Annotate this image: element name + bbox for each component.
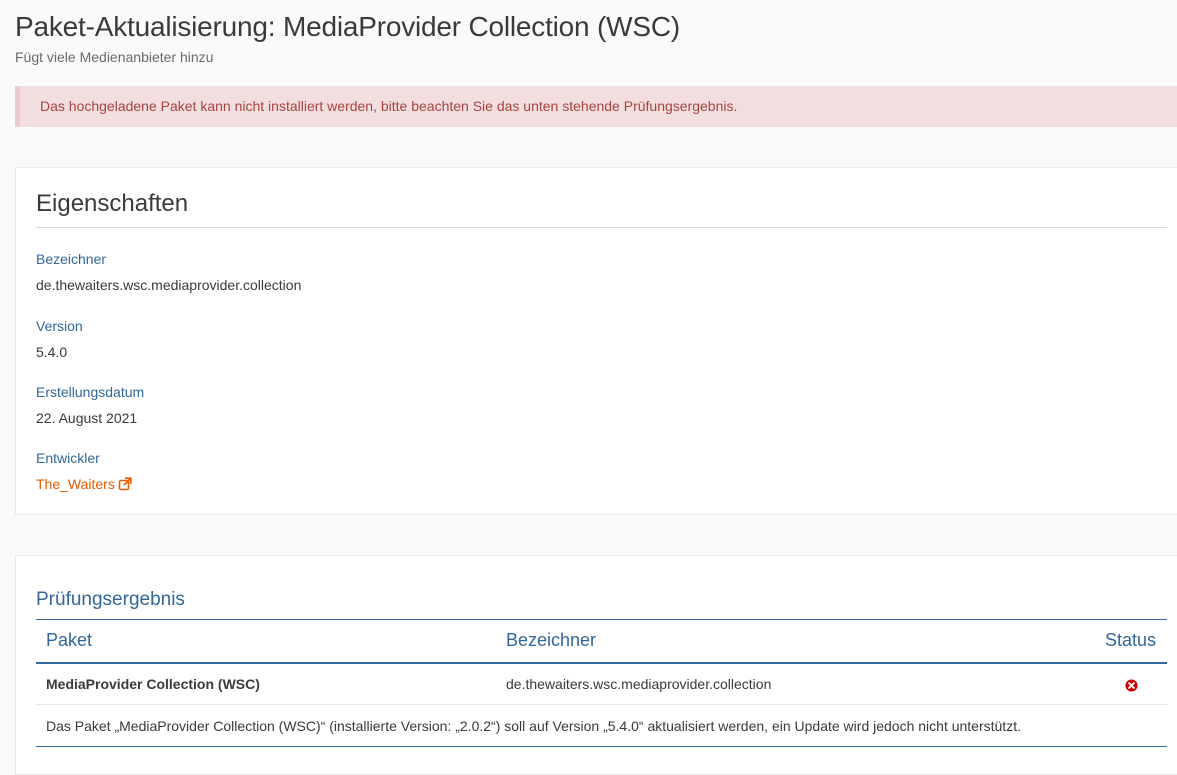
property-label: Bezeichner	[36, 251, 107, 267]
package-name: MediaProvider Collection (WSC)	[36, 662, 496, 705]
results-table: Paket Bezeichner Status MediaProvider Co…	[36, 619, 1167, 747]
package-detail-message: Das Paket „MediaProvider Collection (WSC…	[36, 704, 1167, 747]
results-title: Prüfungsergebnis	[36, 589, 185, 610]
property-label: Erstellungsdatum	[36, 384, 145, 400]
package-identifier: de.thewaiters.wsc.mediaprovider.collecti…	[496, 662, 1095, 705]
properties-title: Eigenschaften	[36, 190, 189, 217]
table-row-detail: Das Paket „MediaProvider Collection (WSC…	[36, 704, 1167, 747]
page-subtitle: Fügt viele Medienanbieter hinzu	[15, 49, 214, 65]
property-value-container: The_Waiters	[36, 475, 132, 493]
property-date: Erstellungsdatum 22. August 2021	[36, 383, 144, 427]
section-divider	[36, 227, 1167, 228]
property-identifier: Bezeichner de.thewaiters.wsc.mediaprovid…	[36, 250, 301, 294]
page-title: Paket-Aktualisierung: MediaProvider Coll…	[15, 11, 680, 42]
page-header: Paket-Aktualisierung: MediaProvider Coll…	[15, 8, 680, 66]
status-cell	[1095, 662, 1167, 705]
column-header-identifier: Bezeichner	[496, 619, 1095, 664]
developer-link[interactable]: The_Waiters	[36, 475, 132, 493]
developer-link-text: The_Waiters	[36, 476, 115, 492]
error-circle-icon	[1124, 679, 1138, 692]
error-message: Das hochgeladene Paket kann nicht instal…	[15, 86, 1177, 127]
property-label: Entwickler	[36, 450, 100, 466]
column-header-package: Paket	[36, 619, 496, 664]
property-value: de.thewaiters.wsc.mediaprovider.collecti…	[36, 277, 302, 293]
property-label: Version	[36, 318, 83, 334]
property-version: Version 5.4.0	[36, 317, 83, 361]
properties-section: Eigenschaften Bezeichner de.thewaiters.w…	[15, 167, 1177, 515]
table-header-row: Paket Bezeichner Status	[36, 619, 1167, 664]
column-header-status: Status	[1095, 619, 1167, 664]
external-link-icon	[118, 477, 132, 491]
results-section: Prüfungsergebnis Paket Bezeichner Status…	[15, 555, 1177, 775]
property-value: 5.4.0	[36, 344, 68, 360]
table-row: MediaProvider Collection (WSC) de.thewai…	[36, 662, 1167, 705]
property-value: 22. August 2021	[36, 410, 138, 426]
property-developer: Entwickler The_Waiters	[36, 449, 132, 493]
